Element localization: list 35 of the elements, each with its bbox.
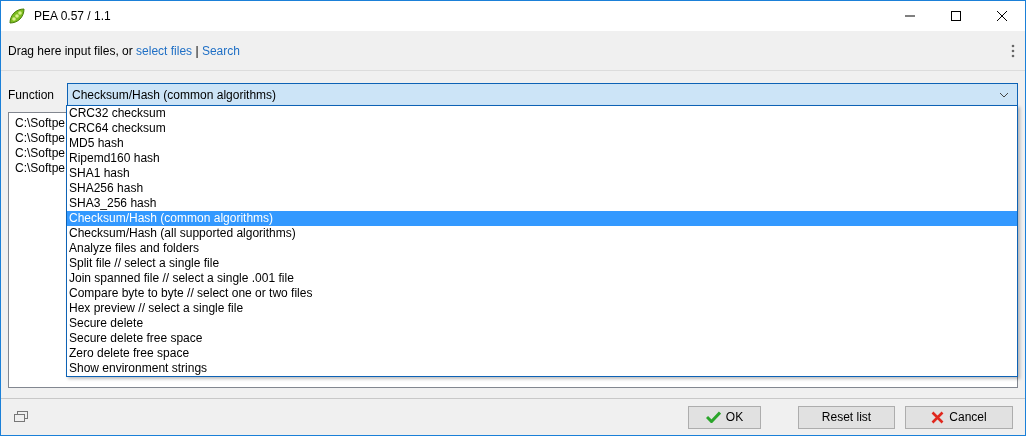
dropdown-option[interactable]: Show environment strings	[67, 361, 1017, 376]
link[interactable]: Search	[201, 43, 240, 58]
file-path[interactable]: C:\Softpe	[15, 116, 66, 131]
cross-icon	[931, 410, 945, 424]
more-options-icon[interactable]	[1011, 43, 1015, 58]
dropdown-option[interactable]: Secure delete	[67, 316, 1017, 331]
dropdown-option[interactable]: Join spanned file // select a single .001 file	[67, 271, 1017, 286]
window-title: PEA 0.57 / 1.1	[34, 9, 111, 23]
reset-list-button[interactable]: Reset list	[798, 405, 895, 429]
dropdown-option[interactable]: CRC64 checksum	[67, 121, 1017, 136]
dropdown-option[interactable]: SHA256 hash	[67, 181, 1017, 196]
link[interactable]: select files	[136, 43, 193, 58]
dropdown-option[interactable]: Ripemd160 hash	[67, 151, 1017, 166]
ok-button[interactable]: OK	[688, 405, 761, 429]
dropdown-option[interactable]: SHA3_256 hash	[67, 196, 1017, 211]
dropdown-option[interactable]: Hex preview // select a single file	[67, 301, 1017, 316]
checkmark-icon	[705, 411, 721, 423]
function-label: Function	[8, 87, 56, 102]
function-dropdown[interactable]: Checksum/Hash (common algorithms)	[67, 83, 1018, 106]
dropdown-option[interactable]: Split file // select a single file	[67, 256, 1017, 271]
file-path[interactable]: C:\Softpe	[15, 161, 66, 176]
dropdown-option[interactable]: Analyze files and folders	[67, 241, 1017, 256]
file-path[interactable]: C:\Softpe	[15, 131, 66, 146]
dropdown-option[interactable]: Compare byte to byte // select one or two files	[67, 286, 1017, 301]
cancel-button[interactable]: Cancel	[905, 405, 1013, 429]
dropdown-option[interactable]: SHA1 hash	[67, 166, 1017, 181]
dropdown-option[interactable]: Secure delete free space	[67, 331, 1017, 346]
drop-instructions: Drag here input files, or select files | Search	[8, 43, 241, 58]
dropdown-option[interactable]: MD5 hash	[67, 136, 1017, 151]
file-path[interactable]: C:\Softpe	[15, 146, 66, 161]
dropdown-option[interactable]: CRC32 checksum	[67, 106, 1017, 121]
pea-pod-icon	[8, 7, 26, 25]
dropdown-option[interactable]: Zero delete free space	[67, 346, 1017, 361]
chevron-down-icon	[999, 91, 1009, 98]
dropdown-option[interactable]: Checksum/Hash (all supported algorithms)	[67, 226, 1017, 241]
